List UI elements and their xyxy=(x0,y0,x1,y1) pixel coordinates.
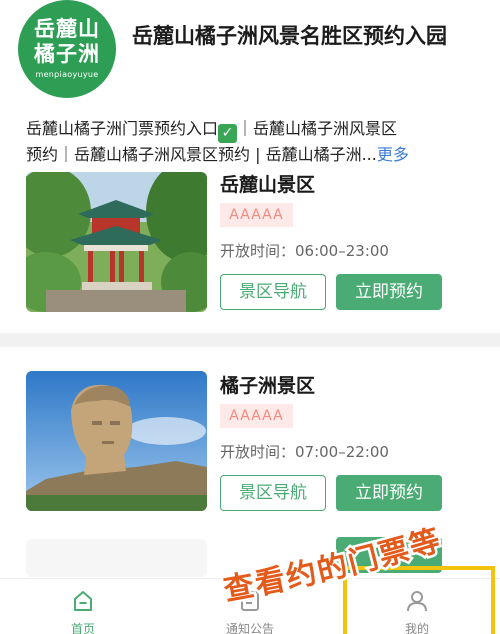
rating-badge: AAAAA xyxy=(220,404,293,428)
rating-badge: AAAAA xyxy=(220,203,293,227)
section-divider xyxy=(0,333,500,347)
logo: 岳麓山 橘子洲 menpiaoyuyue xyxy=(18,0,116,98)
partial-thumbnail xyxy=(26,539,207,577)
notice-icon xyxy=(241,591,259,611)
book-now-button[interactable]: 立即预约 xyxy=(336,274,442,310)
pavilion-thumbnail[interactable] xyxy=(26,172,207,312)
tab-notice-label: 通知公告 xyxy=(225,622,274,634)
highlight-box xyxy=(343,566,495,634)
navigate-button[interactable]: 景区导航 xyxy=(220,475,326,511)
logo-line1: 岳麓山 xyxy=(34,17,100,41)
tab-home-label: 首页 xyxy=(70,622,95,634)
statue-thumbnail[interactable] xyxy=(26,371,207,511)
opening-hours: 开放时间：07:00–22:00 xyxy=(220,443,389,461)
intro-text: 岳麓山橘子洲门票预约入口 ✓ ｜岳麓山橘子洲风景区 预约｜岳麓山橘子洲风景区预约 |… xyxy=(26,117,476,167)
card-title: 岳麓山景区 xyxy=(220,174,316,196)
more-link[interactable]: 更多 xyxy=(377,145,409,164)
scenic-card-juzizhou[interactable]: 橘子洲景区 AAAAA 开放时间：07:00–22:00 景区导航 立即预约 xyxy=(0,347,500,517)
tab-home[interactable]: 首页 xyxy=(23,579,143,634)
opening-hours: 开放时间：06:00–23:00 xyxy=(220,242,389,260)
page-title: 岳麓山橘子洲风景名胜区预约入园 xyxy=(132,24,447,48)
header: 岳麓山 橘子洲 menpiaoyuyue 岳麓山橘子洲风景名胜区预约入园 xyxy=(0,0,500,110)
logo-line3: menpiaoyuyue xyxy=(35,70,99,79)
home-icon xyxy=(74,591,92,611)
intro-line1-pre: 岳麓山橘子洲门票预约入口 xyxy=(26,119,219,138)
navigate-button[interactable]: 景区导航 xyxy=(220,274,326,310)
intro-line-2: 预约｜岳麓山橘子洲风景区预约 | 岳麓山橘子洲...更多 xyxy=(26,143,476,167)
scenic-card-yuelushan[interactable]: 岳麓山景区 AAAAA 开放时间：06:00–23:00 景区导航 立即预约 xyxy=(0,168,500,333)
checkmark-icon: ✓ xyxy=(218,124,238,143)
logo-line2: 橘子洲 xyxy=(34,42,100,66)
intro-line-1: 岳麓山橘子洲门票预约入口 ✓ ｜岳麓山橘子洲风景区 xyxy=(26,117,476,143)
book-now-button[interactable]: 立即预约 xyxy=(336,475,442,511)
intro-line2: 预约｜岳麓山橘子洲风景区预约 | 岳麓山橘子洲... xyxy=(26,145,377,164)
tab-notice[interactable]: 通知公告 xyxy=(190,579,310,634)
card-title: 橘子洲景区 xyxy=(220,375,316,397)
intro-line1-post: ｜岳麓山橘子洲风景区 xyxy=(237,119,398,138)
